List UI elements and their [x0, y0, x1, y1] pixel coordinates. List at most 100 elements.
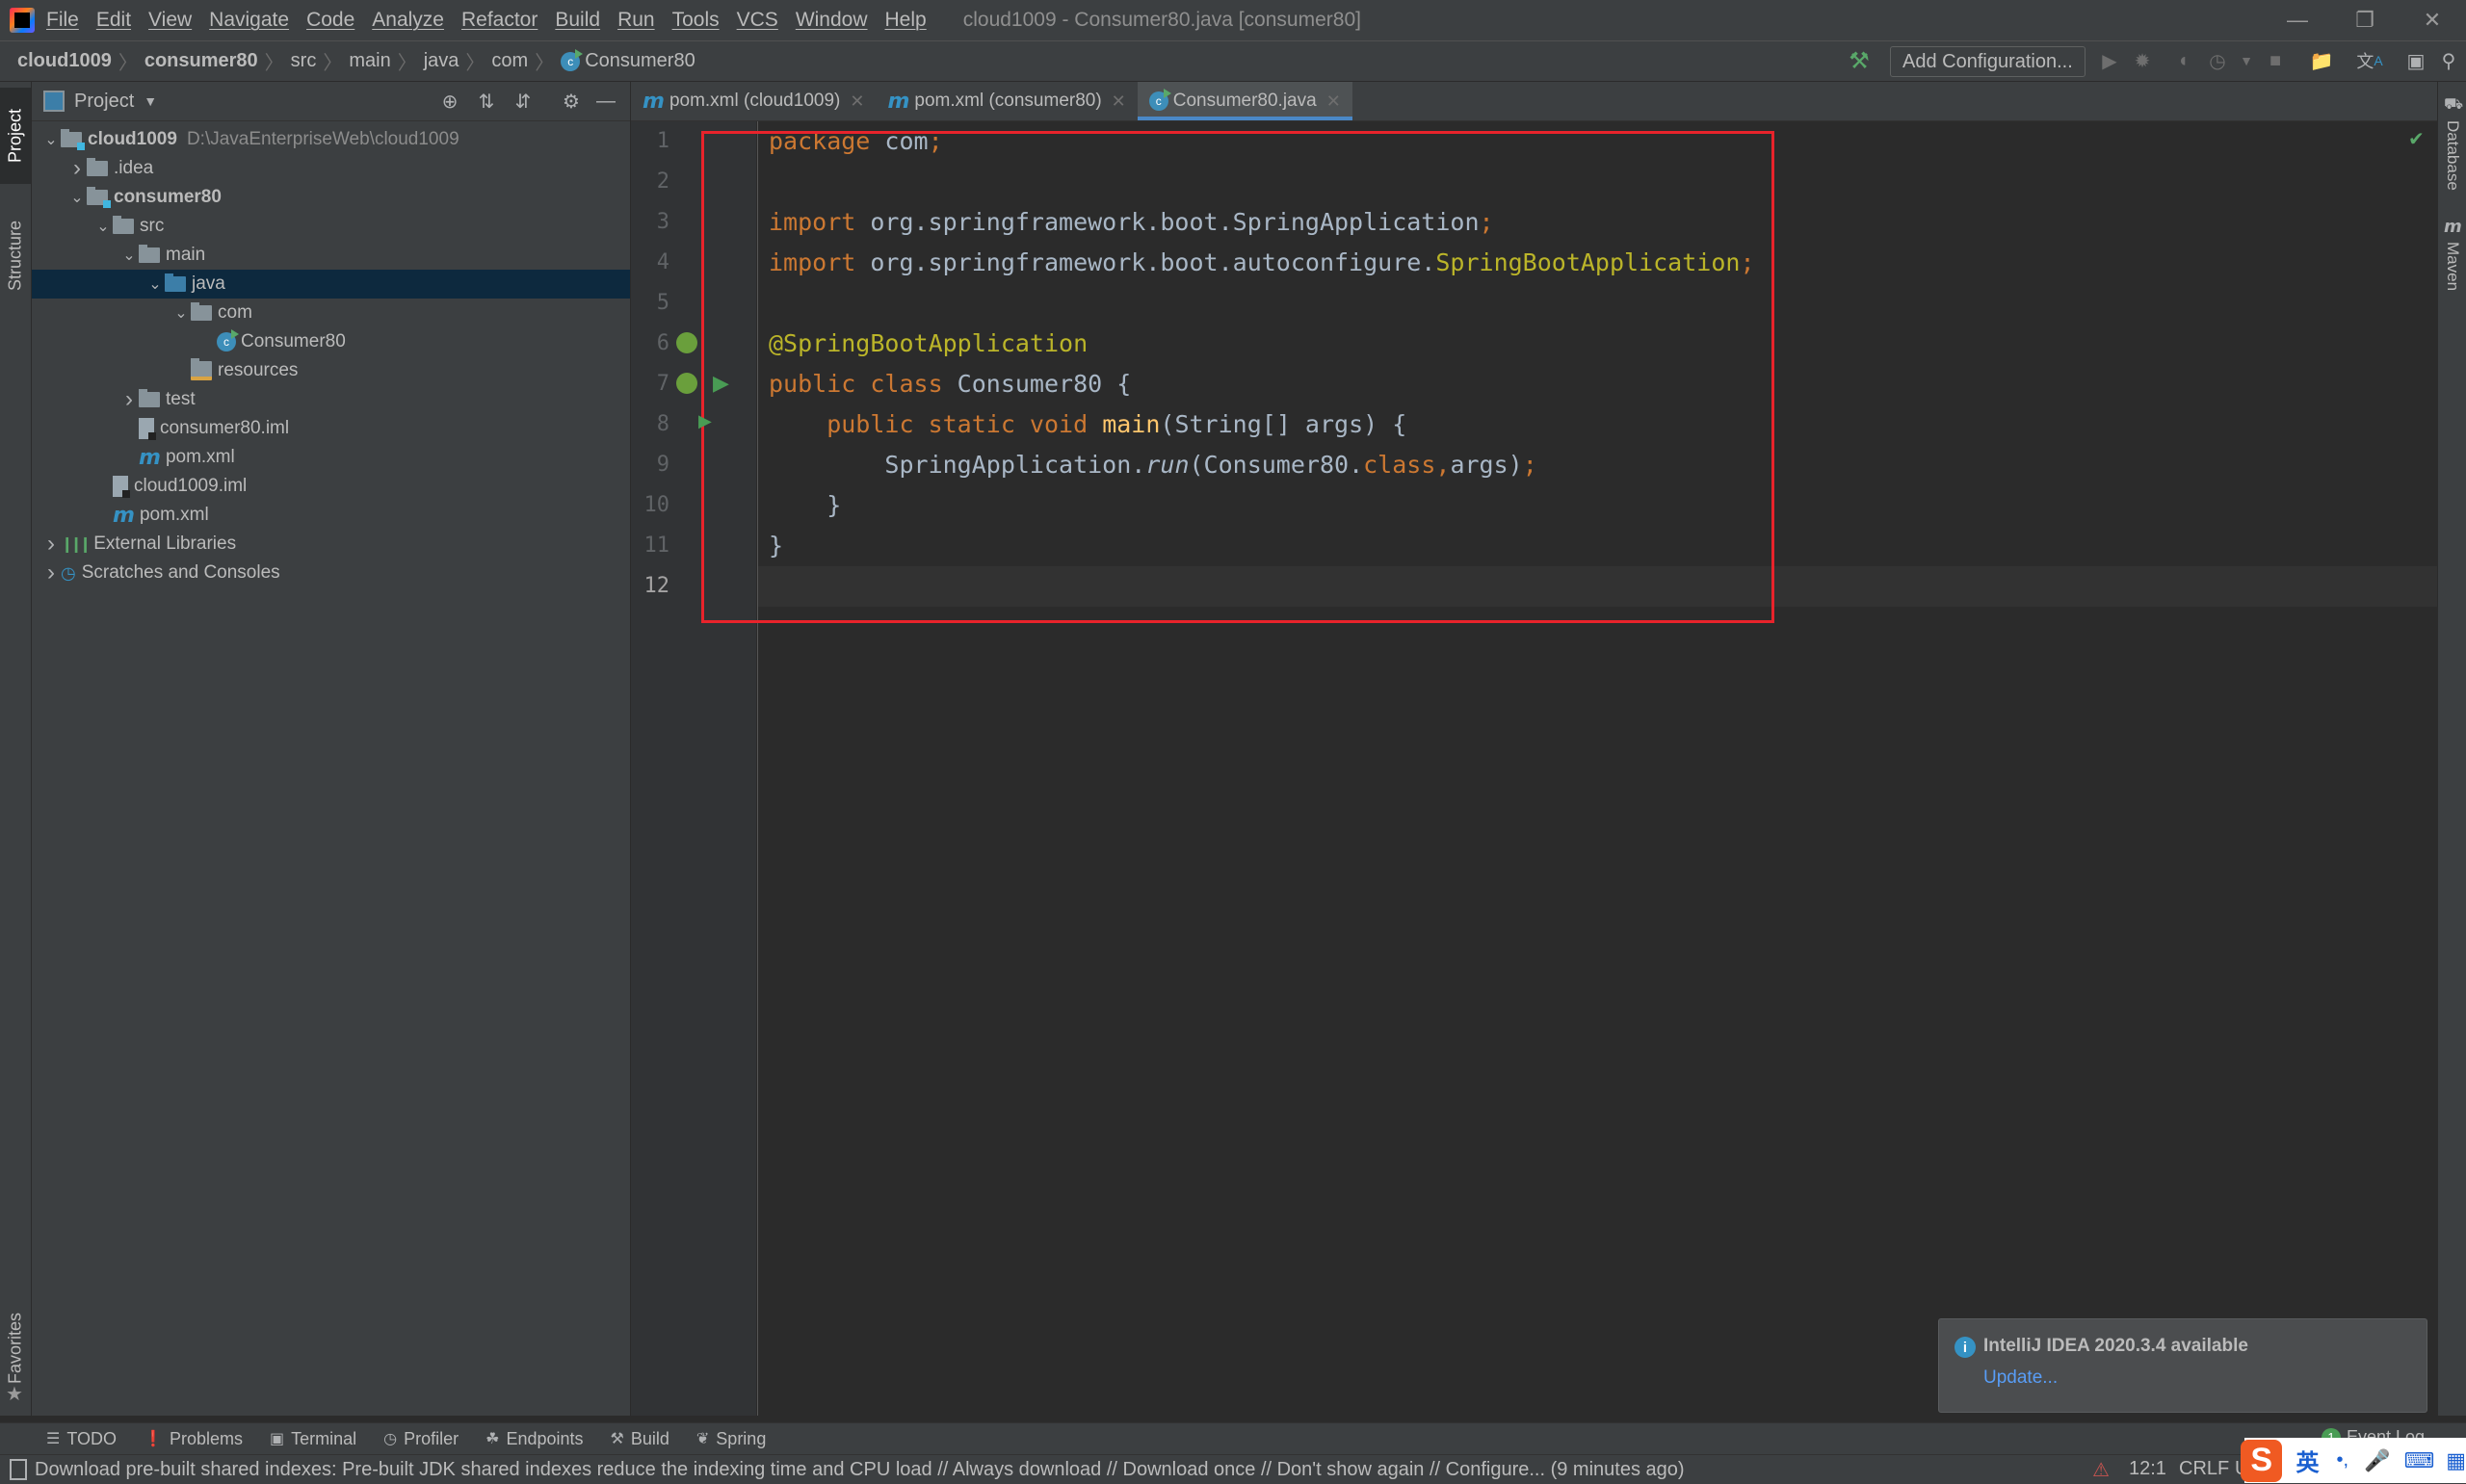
profile-icon[interactable]: ◷: [2206, 49, 2229, 72]
stop-icon[interactable]: ■: [2264, 49, 2287, 72]
problems-cloud-icon[interactable]: ⚠: [2092, 1458, 2110, 1482]
tree-item[interactable]: resources: [32, 356, 630, 385]
tree-item[interactable]: ⌄ cloud1009 D:\JavaEnterpriseWeb\cloud1009: [32, 125, 630, 154]
tab-consumer80-java[interactable]: c Consumer80.java ✕: [1137, 82, 1352, 120]
collapse-all-icon[interactable]: ⇵: [512, 90, 535, 113]
menu-help[interactable]: Help: [885, 9, 927, 32]
chevron-down-icon[interactable]: ⌄: [119, 246, 139, 265]
tree-item[interactable]: c Consumer80: [32, 327, 630, 356]
menu-view[interactable]: View: [148, 9, 192, 32]
breadcrumb-item[interactable]: com: [491, 50, 528, 72]
tree-item[interactable]: ⌄ java: [32, 270, 630, 299]
build-hammer-icon[interactable]: ⚒: [1848, 48, 1871, 74]
chevron-down-icon[interactable]: ⌄: [145, 274, 165, 294]
add-configuration-button[interactable]: Add Configuration...: [1890, 46, 2086, 77]
tool-window-terminal[interactable]: ▣ Terminal: [270, 1429, 356, 1449]
spring-class-gutter-icon[interactable]: [676, 373, 697, 394]
tab-database[interactable]: Database: [2438, 120, 2466, 197]
tree-item[interactable]: › test: [32, 385, 630, 414]
tree-item[interactable]: m pom.xml: [32, 501, 630, 530]
sogou-logo-icon[interactable]: S: [2241, 1439, 2283, 1482]
update-link[interactable]: Update...: [1983, 1367, 2058, 1389]
tree-item[interactable]: ⌄ main: [32, 241, 630, 270]
search-icon[interactable]: ⚲: [2437, 49, 2460, 72]
chevron-down-icon[interactable]: ⌄: [41, 130, 61, 149]
menu-analyze[interactable]: Analyze: [372, 9, 444, 32]
breadcrumb-item[interactable]: src: [291, 50, 317, 72]
menu-edit[interactable]: Edit: [96, 9, 131, 32]
breadcrumb-item[interactable]: consumer80: [144, 50, 258, 72]
tree-item[interactable]: ⌄ com: [32, 299, 630, 327]
project-view-selector[interactable]: Project: [74, 91, 134, 113]
terminal-run-icon[interactable]: ▣: [2404, 49, 2427, 72]
close-tab-icon[interactable]: ✕: [1112, 91, 1126, 112]
chevron-right-icon[interactable]: ›: [67, 155, 87, 182]
tool-window-build[interactable]: ⚒ Build: [611, 1429, 669, 1449]
ime-language[interactable]: 英: [2295, 1444, 2319, 1477]
chevron-down-icon[interactable]: ⌄: [67, 188, 87, 207]
tool-window-endpoints[interactable]: ☘ Endpoints: [485, 1429, 583, 1449]
tab-maven[interactable]: Maven: [2438, 242, 2466, 309]
tree-item[interactable]: consumer80.iml: [32, 414, 630, 443]
code-editor[interactable]: 1 2 3 4 5 6 7 8 9 10 11 12 package com; import org.s…: [631, 121, 2437, 1416]
run-icon[interactable]: ▶: [2098, 49, 2121, 72]
ime-punctuation[interactable]: •,: [2336, 1449, 2348, 1471]
tool-window-profiler[interactable]: ◷ Profiler: [383, 1429, 459, 1449]
chevron-right-icon[interactable]: ›: [41, 531, 61, 558]
close-tab-icon[interactable]: ✕: [1326, 91, 1341, 112]
coverage-icon[interactable]: ◖: [2171, 49, 2194, 72]
menu-window[interactable]: Window: [796, 9, 868, 32]
keyboard-icon[interactable]: ⌨: [2403, 1448, 2434, 1473]
run-main-icon[interactable]: ▶: [698, 411, 712, 431]
menu-navigate[interactable]: Navigate: [209, 9, 289, 32]
tab-pom-xml-cloud1009-[interactable]: m pom.xml (cloud1009) ✕: [631, 82, 876, 120]
chevron-down-icon[interactable]: ▼: [144, 93, 157, 109]
menu-code[interactable]: Code: [306, 9, 354, 32]
restore-icon[interactable]: ❐: [2331, 0, 2399, 40]
tree-item[interactable]: › .idea: [32, 154, 630, 183]
caret-position[interactable]: 12:1: [2129, 1458, 2166, 1480]
chevron-right-icon[interactable]: ›: [119, 386, 139, 413]
ime-menu-icon[interactable]: ▦: [2446, 1448, 2466, 1473]
locate-icon[interactable]: ⊕: [438, 90, 461, 113]
tab-project[interactable]: Project: [0, 88, 31, 184]
expand-all-icon[interactable]: ⇅: [475, 90, 498, 113]
menu-vcs[interactable]: VCS: [737, 9, 778, 32]
menu-run[interactable]: Run: [617, 9, 655, 32]
breadcrumb-item[interactable]: main: [349, 50, 390, 72]
tab-pom-xml-consumer80-[interactable]: m pom.xml (consumer80) ✕: [876, 82, 1137, 120]
close-tab-icon[interactable]: ✕: [850, 91, 864, 112]
tree-item[interactable]: ⌄ src: [32, 212, 630, 241]
menu-tools[interactable]: Tools: [672, 9, 720, 32]
breadcrumb-item[interactable]: c Consumer80: [561, 48, 695, 72]
tab-structure[interactable]: Structure: [0, 197, 31, 313]
inspection-ok-icon[interactable]: ✔: [2408, 127, 2425, 151]
line-ending[interactable]: CRLF: [2179, 1458, 2229, 1480]
status-message[interactable]: Download pre-built shared indexes: Pre-b…: [35, 1459, 1685, 1481]
minimize-icon[interactable]: —: [2264, 0, 2331, 40]
tool-window-problems[interactable]: ❗ Problems: [144, 1429, 243, 1449]
tool-window-spring[interactable]: ❦ Spring: [696, 1429, 766, 1449]
toggle-tool-windows-icon[interactable]: [10, 1459, 27, 1480]
tool-window-todo[interactable]: ☰ TODO: [46, 1429, 117, 1449]
tree-item[interactable]: › ◷ Scratches and Consoles: [32, 559, 630, 587]
hide-icon[interactable]: —: [594, 90, 617, 113]
run-class-icon[interactable]: ▶: [713, 371, 729, 396]
tree-item[interactable]: › ❙❙❙ External Libraries: [32, 530, 630, 559]
menu-file[interactable]: File: [46, 9, 79, 32]
tree-item[interactable]: m pom.xml: [32, 443, 630, 472]
menu-refactor[interactable]: Refactor: [461, 9, 538, 32]
debug-icon[interactable]: ✹: [2131, 49, 2154, 72]
translate-icon[interactable]: 文A: [2356, 49, 2382, 72]
close-icon[interactable]: ✕: [2399, 0, 2466, 40]
menu-build[interactable]: Build: [555, 9, 600, 32]
tree-item[interactable]: cloud1009.iml: [32, 472, 630, 501]
dropdown-icon[interactable]: ▼: [2235, 49, 2258, 72]
gear-icon[interactable]: ⚙: [560, 90, 583, 113]
tree-item[interactable]: ⌄ consumer80: [32, 183, 630, 212]
chevron-down-icon[interactable]: ⌄: [171, 303, 191, 323]
breadcrumb-item[interactable]: cloud1009: [17, 50, 112, 72]
spring-bean-icon[interactable]: [676, 332, 697, 353]
chevron-right-icon[interactable]: ›: [41, 560, 61, 586]
microphone-icon[interactable]: 🎤: [2364, 1448, 2390, 1473]
